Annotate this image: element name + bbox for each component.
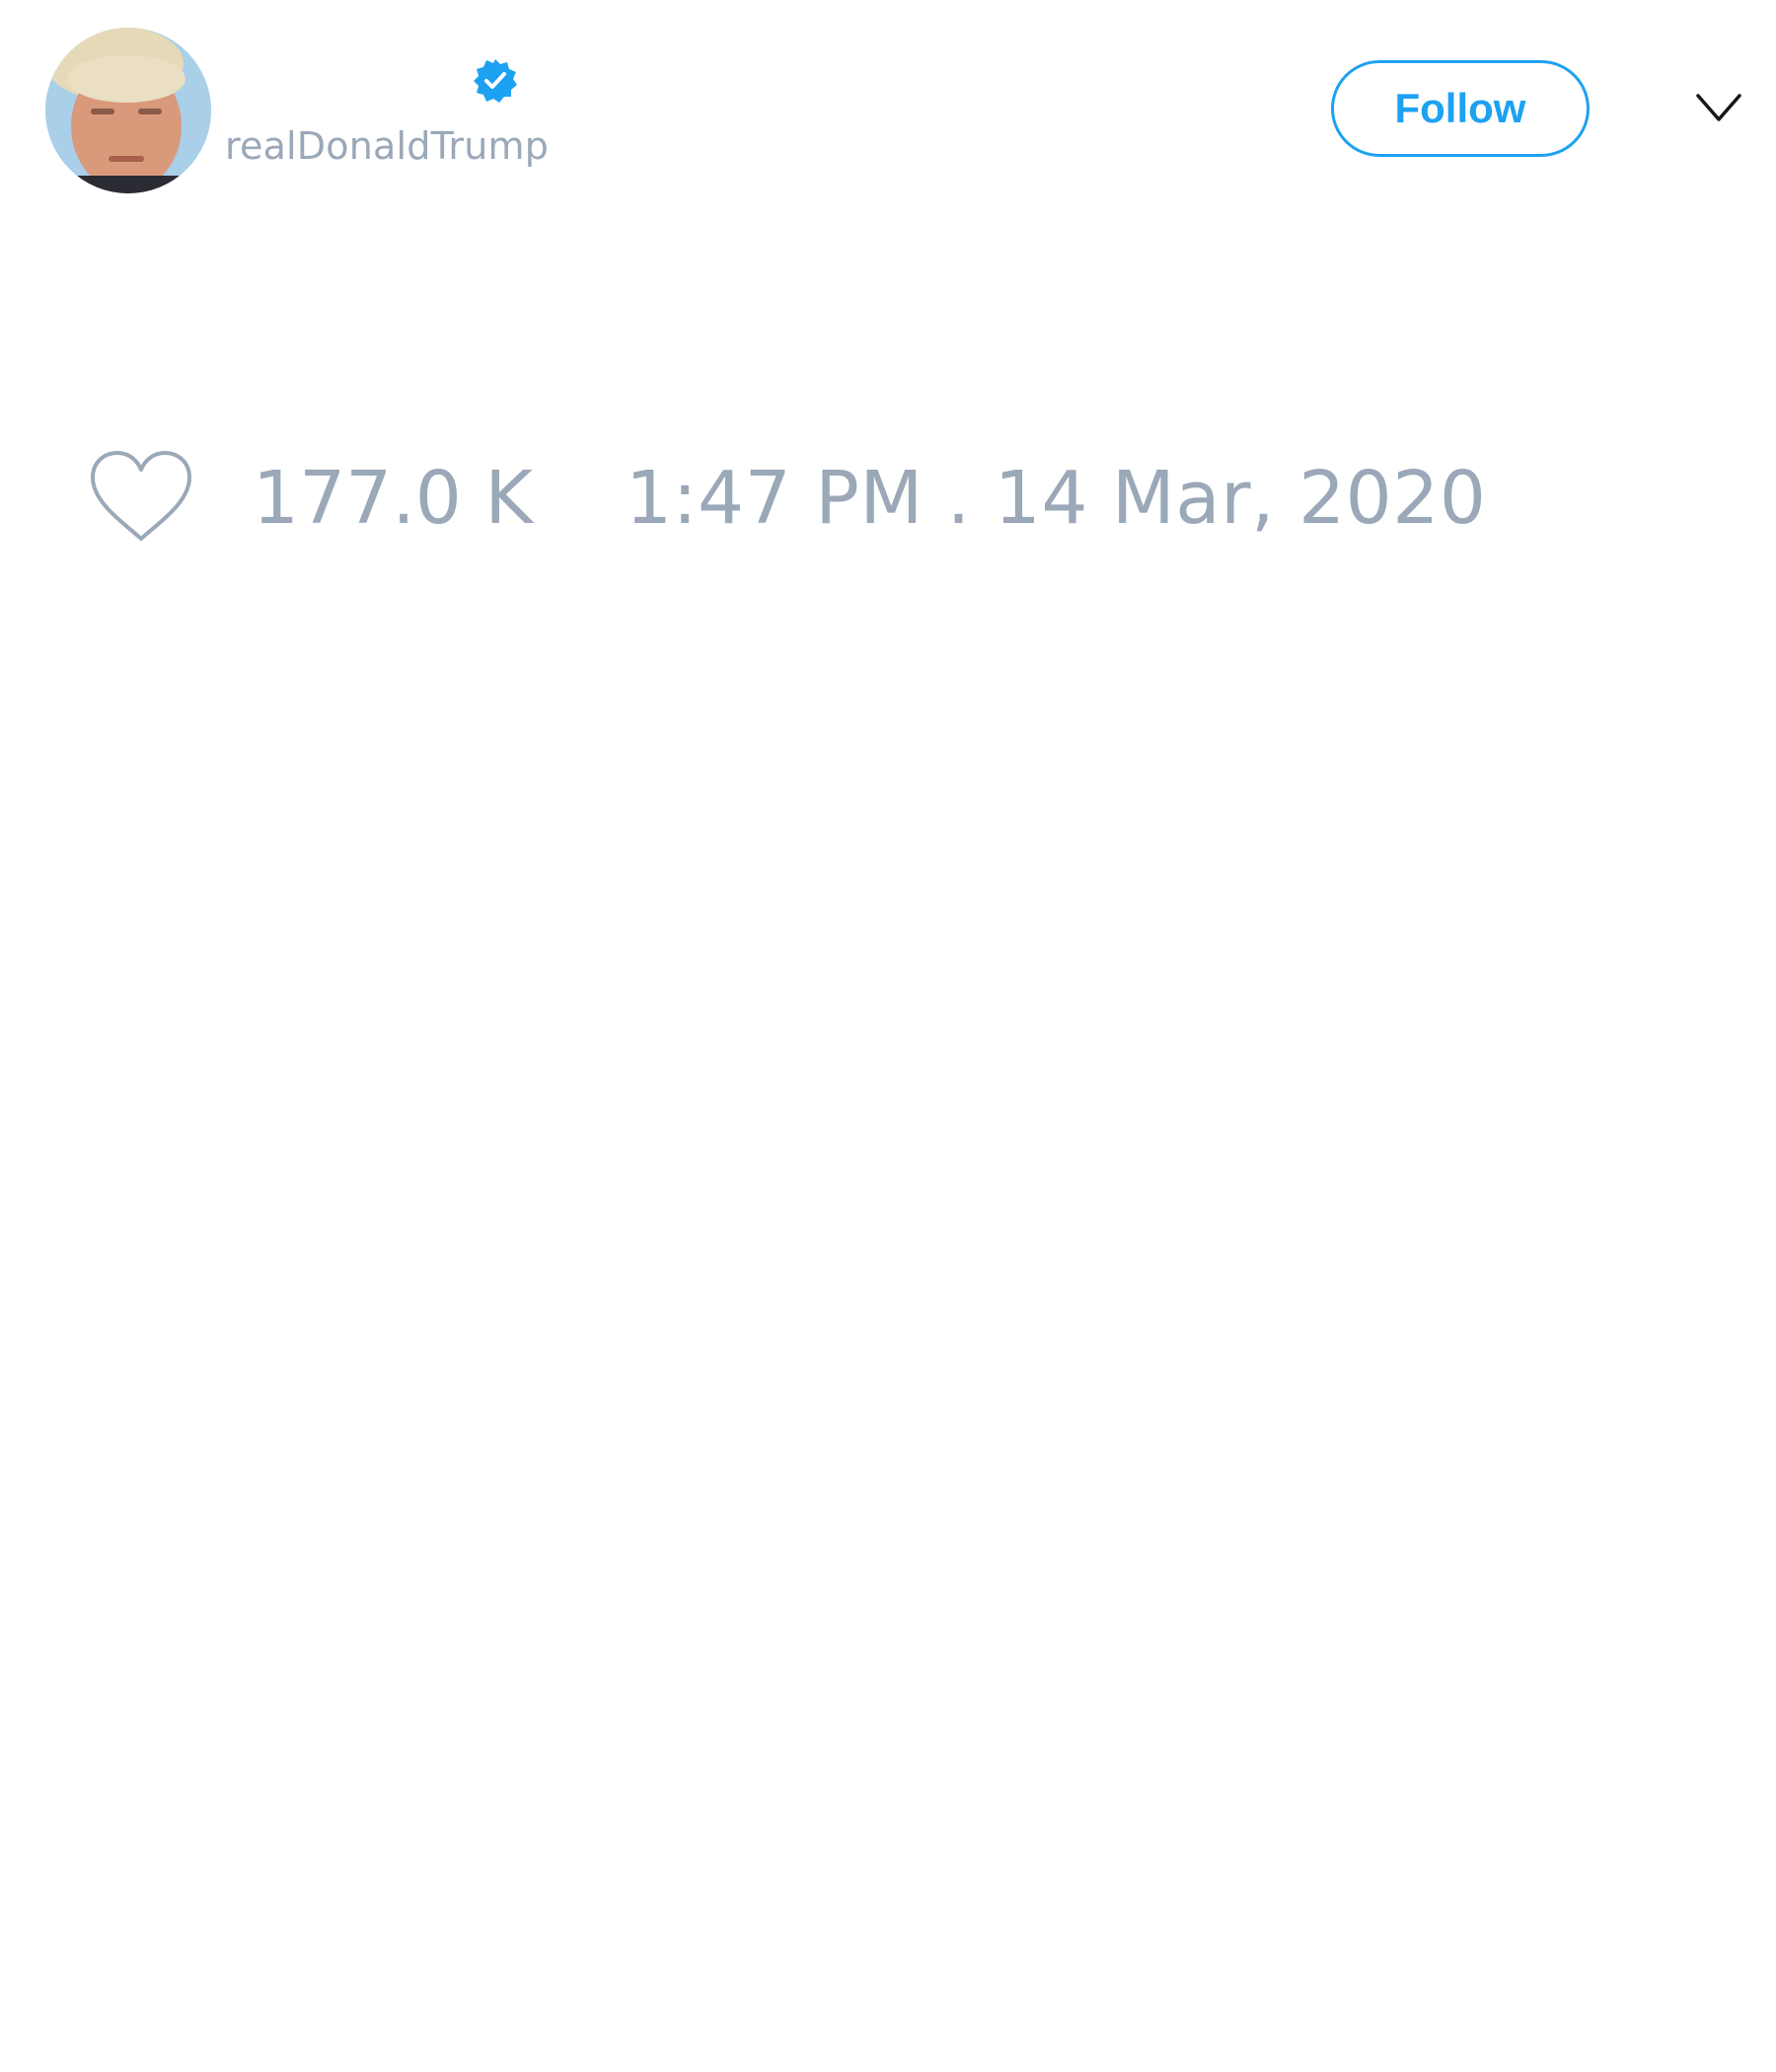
like-count: 177.0 K [253,456,533,541]
author-handle[interactable]: realDonaldTrump [225,124,549,168]
tweet-meta-row: 177.0 K 1:47 PM . 14 Mar, 2020 [89,444,1569,553]
chevron-down-icon[interactable] [1695,90,1742,127]
tweet-timestamp[interactable]: 1:47 PM . 14 Mar, 2020 [626,454,1486,543]
verified-badge-icon [474,59,517,103]
follow-button[interactable]: Follow [1331,60,1590,157]
heart-outline-icon[interactable] [89,450,193,545]
avatar-image [45,28,211,193]
author-name-row [227,51,572,111]
tweet-card: realDonaldTrump Follow 177.0 K 1:47 PM .… [0,0,1776,2072]
avatar[interactable] [45,28,211,193]
